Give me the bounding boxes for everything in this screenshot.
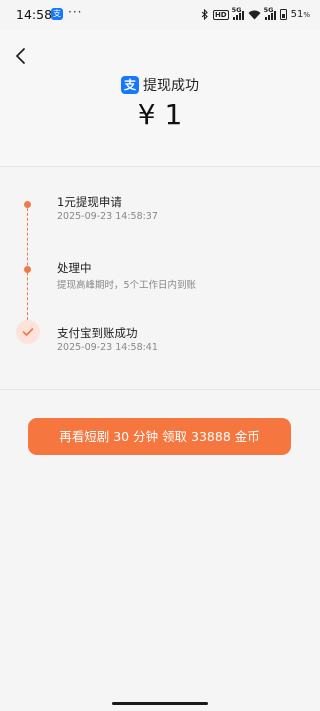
step-3-time: 2025-09-23 14:58:41	[57, 342, 158, 353]
withdraw-timeline: 1元提现申请 2025-09-23 14:58:37 处理中 提现高峰期时，5个…	[0, 167, 320, 389]
status-indicators: HD 5G 5G 51%	[201, 6, 310, 21]
timeline-divider	[0, 389, 320, 390]
timeline-dot-1	[24, 201, 31, 208]
status-bar: 14:58 支 ··· HD 5G 5G 51%	[0, 0, 320, 30]
signal-icon-2: 5G	[264, 6, 276, 20]
home-indicator[interactable]	[112, 702, 208, 705]
step-1-time: 2025-09-23 14:58:37	[57, 211, 158, 222]
hd-icon: HD	[212, 9, 229, 20]
alipay-notification-icon: 支	[51, 8, 63, 20]
step-3-title: 支付宝到账成功	[57, 326, 138, 340]
timeline-dot-2	[24, 266, 31, 273]
more-notifications-icon: ···	[68, 5, 83, 19]
result-header: 支 提现成功 ¥ 1	[0, 30, 320, 166]
status-time: 14:58	[16, 7, 53, 22]
battery-percent: 51%	[290, 9, 310, 20]
watch-drama-reward-button[interactable]: 再看短剧 30 分钟 领取 33888 金币	[28, 418, 291, 455]
success-check-icon	[16, 320, 40, 344]
back-arrow-icon[interactable]	[13, 46, 31, 66]
page-title: 提现成功	[143, 78, 199, 94]
alipay-logo-icon: 支	[121, 76, 139, 94]
signal-icon-1: 5G	[232, 6, 244, 20]
step-2-title: 处理中	[57, 261, 92, 275]
wifi-icon	[248, 10, 261, 20]
step-1-title: 1元提现申请	[57, 195, 122, 209]
battery-icon	[279, 9, 287, 20]
withdraw-amount: ¥ 1	[137, 98, 183, 131]
bluetooth-icon	[201, 9, 209, 20]
title-row: 支 提现成功	[0, 75, 320, 95]
step-2-note: 提现高峰期时，5个工作日内到账	[57, 280, 197, 291]
